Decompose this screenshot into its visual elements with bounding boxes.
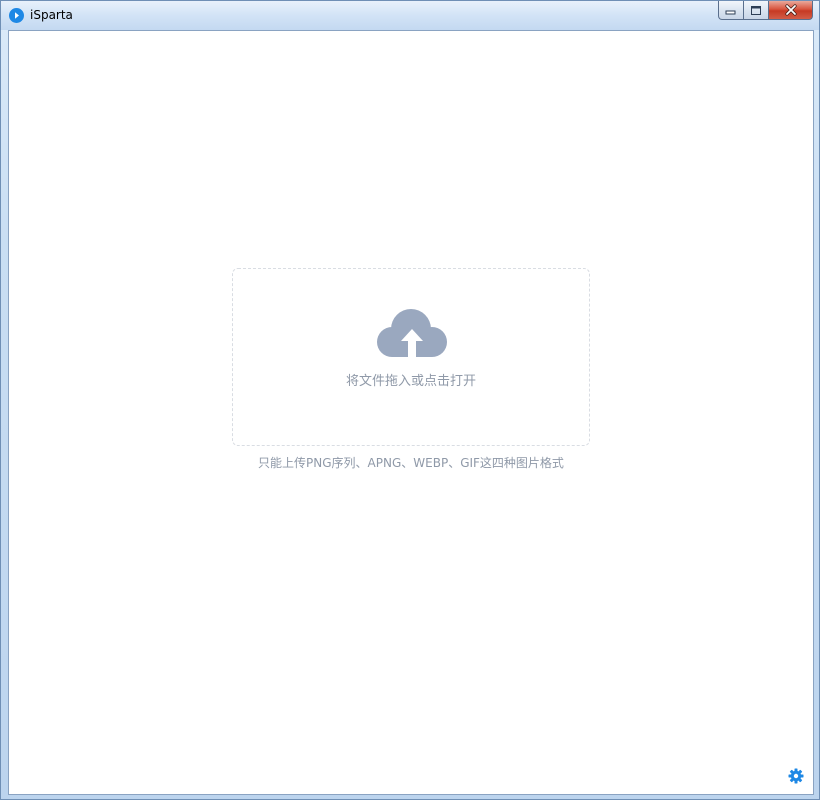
minimize-icon bbox=[725, 10, 736, 15]
window-controls bbox=[718, 1, 813, 21]
maximize-icon bbox=[751, 5, 761, 15]
app-logo-icon bbox=[9, 8, 24, 23]
close-button[interactable] bbox=[769, 1, 813, 20]
cloud-upload-icon bbox=[377, 309, 447, 357]
format-hint: 只能上传PNG序列、APNG、WEBP、GIF这四种图片格式 bbox=[258, 456, 564, 470]
app-window: iSparta 将文件拖入或点击打开 只能上传PNG序列、APNG、WEBP、G… bbox=[0, 0, 820, 800]
gear-icon[interactable] bbox=[788, 768, 804, 784]
window-title: iSparta bbox=[30, 8, 73, 22]
drop-label: 将文件拖入或点击打开 bbox=[345, 374, 476, 389]
maximize-button[interactable] bbox=[744, 1, 769, 20]
minimize-button[interactable] bbox=[718, 1, 744, 20]
upload-dropzone[interactable]: 将文件拖入或点击打开 bbox=[232, 268, 590, 446]
close-icon bbox=[784, 4, 797, 16]
title-bar[interactable]: iSparta bbox=[1, 1, 819, 30]
app-content: 将文件拖入或点击打开 只能上传PNG序列、APNG、WEBP、GIF这四种图片格… bbox=[8, 30, 814, 795]
